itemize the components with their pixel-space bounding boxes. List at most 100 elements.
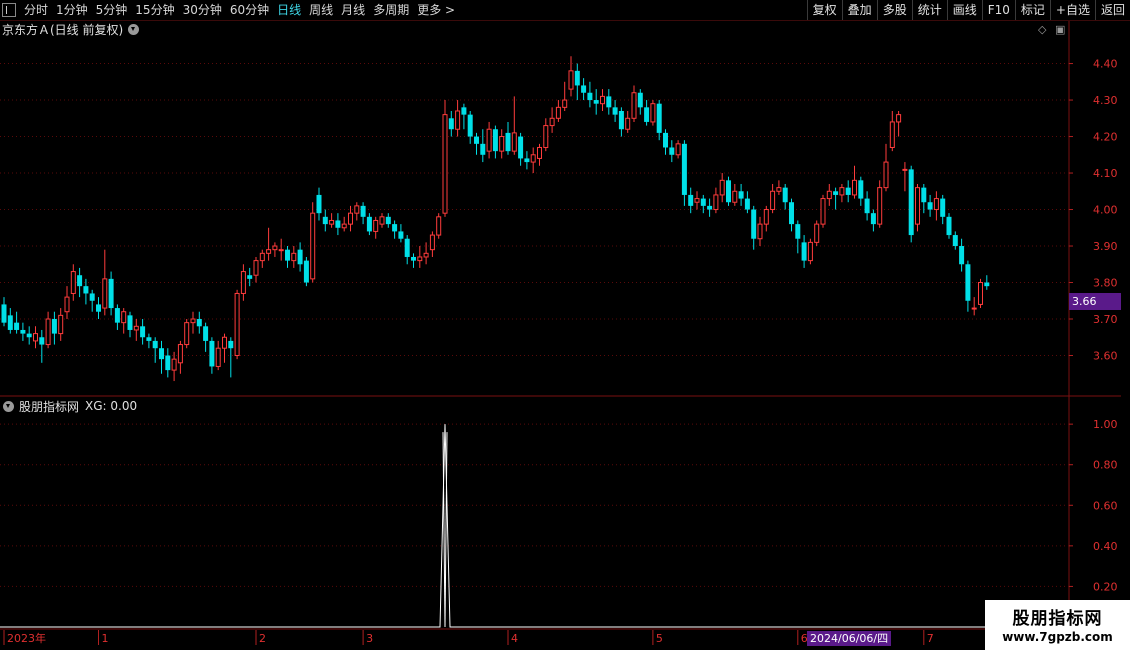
candle-body [505,132,511,152]
candle-body [820,198,826,225]
chart-canvas[interactable]: 4.40 4.30 4.20 4.10 4.00 3.90 3.80 3.70 3.60 1.0… [0,0,1130,650]
candle-body [870,213,876,225]
candle-body [965,264,971,301]
candle-body [776,187,782,192]
candle-body [864,198,870,214]
candle-body [278,249,284,252]
candle-body [675,143,681,156]
candle-body [467,114,473,137]
candle-body [883,161,889,189]
candle-body [70,271,76,294]
candle-body [587,92,593,101]
candle-body [102,278,108,309]
candle-body [807,241,813,262]
candle-body [499,136,505,152]
candle-body [543,125,549,148]
candle-body [222,336,227,349]
main-y-label: 4.00 [1093,204,1118,217]
candle-body [713,194,719,211]
candle-body [140,326,146,338]
candle-body [7,315,13,330]
candle-body [58,314,64,335]
candle-body [726,180,731,203]
indicator-title: 股朋指标网 XG: 0.00 [3,398,137,414]
candle-body [392,224,398,232]
candle-body [549,117,555,127]
candle-body [984,282,990,287]
candle-body [114,308,120,323]
candle-body [240,271,246,294]
candle-body [669,147,675,155]
candle-body [96,304,101,312]
candle-body [946,216,952,236]
candlestick-series [1,56,990,382]
candle-body [908,169,914,236]
candle-body [663,132,668,148]
candle-body [436,216,442,236]
candle-body [618,110,624,130]
candle-body [310,212,316,280]
candle-body [417,256,423,262]
candle-body [971,307,977,310]
candle-body [537,146,542,159]
candle-body [152,340,158,349]
candle-body [272,245,278,251]
candle-body [159,348,164,360]
candle-body [1,304,7,323]
cursor-date-badge: 2024/06/06/四 [807,631,892,646]
sub-y-label: 1.00 [1093,418,1118,431]
main-y-label: 3.80 [1093,277,1118,290]
date-label: 3 [366,632,373,645]
candle-body [404,238,410,257]
chevron-down-icon[interactable] [3,400,14,412]
candle-body [64,296,70,313]
candle-body [379,216,385,225]
candle-body [177,344,183,364]
candle-body [625,117,631,130]
candle-body [253,260,259,276]
candle-body [915,187,920,225]
candle-body [83,286,89,294]
candle-body [348,212,353,225]
candle-body [480,143,486,155]
candle-body [474,136,479,144]
watermark-url: www.7gpzb.com [1002,630,1113,644]
candle-body [511,132,517,152]
main-y-label: 3.90 [1093,240,1118,253]
candle-body [656,103,662,133]
indicator-series [0,424,1069,628]
candle-body [171,358,177,371]
candle-body [593,100,599,104]
candle-body [751,209,757,239]
candle-body [228,340,234,349]
candle-body [209,340,215,367]
candle-body [165,355,171,371]
indicator-value: XG: 0.00 [85,399,138,413]
candle-body [146,337,152,341]
candle-body [448,118,454,130]
candle-body [190,318,196,324]
candle-body [33,333,38,342]
candle-body [637,92,643,108]
candle-body [732,190,738,203]
candle-body [877,187,883,225]
right-panel-edge [1121,21,1130,391]
candle-body [20,329,26,334]
candle-body [757,223,763,240]
candle-body [612,107,618,115]
candle-body [366,216,372,232]
candle-body [744,198,750,210]
candle-body [108,278,114,309]
candle-body [133,325,139,331]
current-price-tag: 3.66 [1069,293,1121,310]
candle-body [26,333,32,338]
watermark-title: 股朋指标网 [1012,609,1103,629]
candle-body [574,70,580,86]
candle-body [933,198,939,211]
date-label: 1 [102,632,109,645]
candle-body [461,107,467,115]
indicator-name: 股朋指标网 [19,399,80,414]
candle-body [518,136,524,159]
candle-body [234,292,240,357]
candle-body [373,219,379,232]
